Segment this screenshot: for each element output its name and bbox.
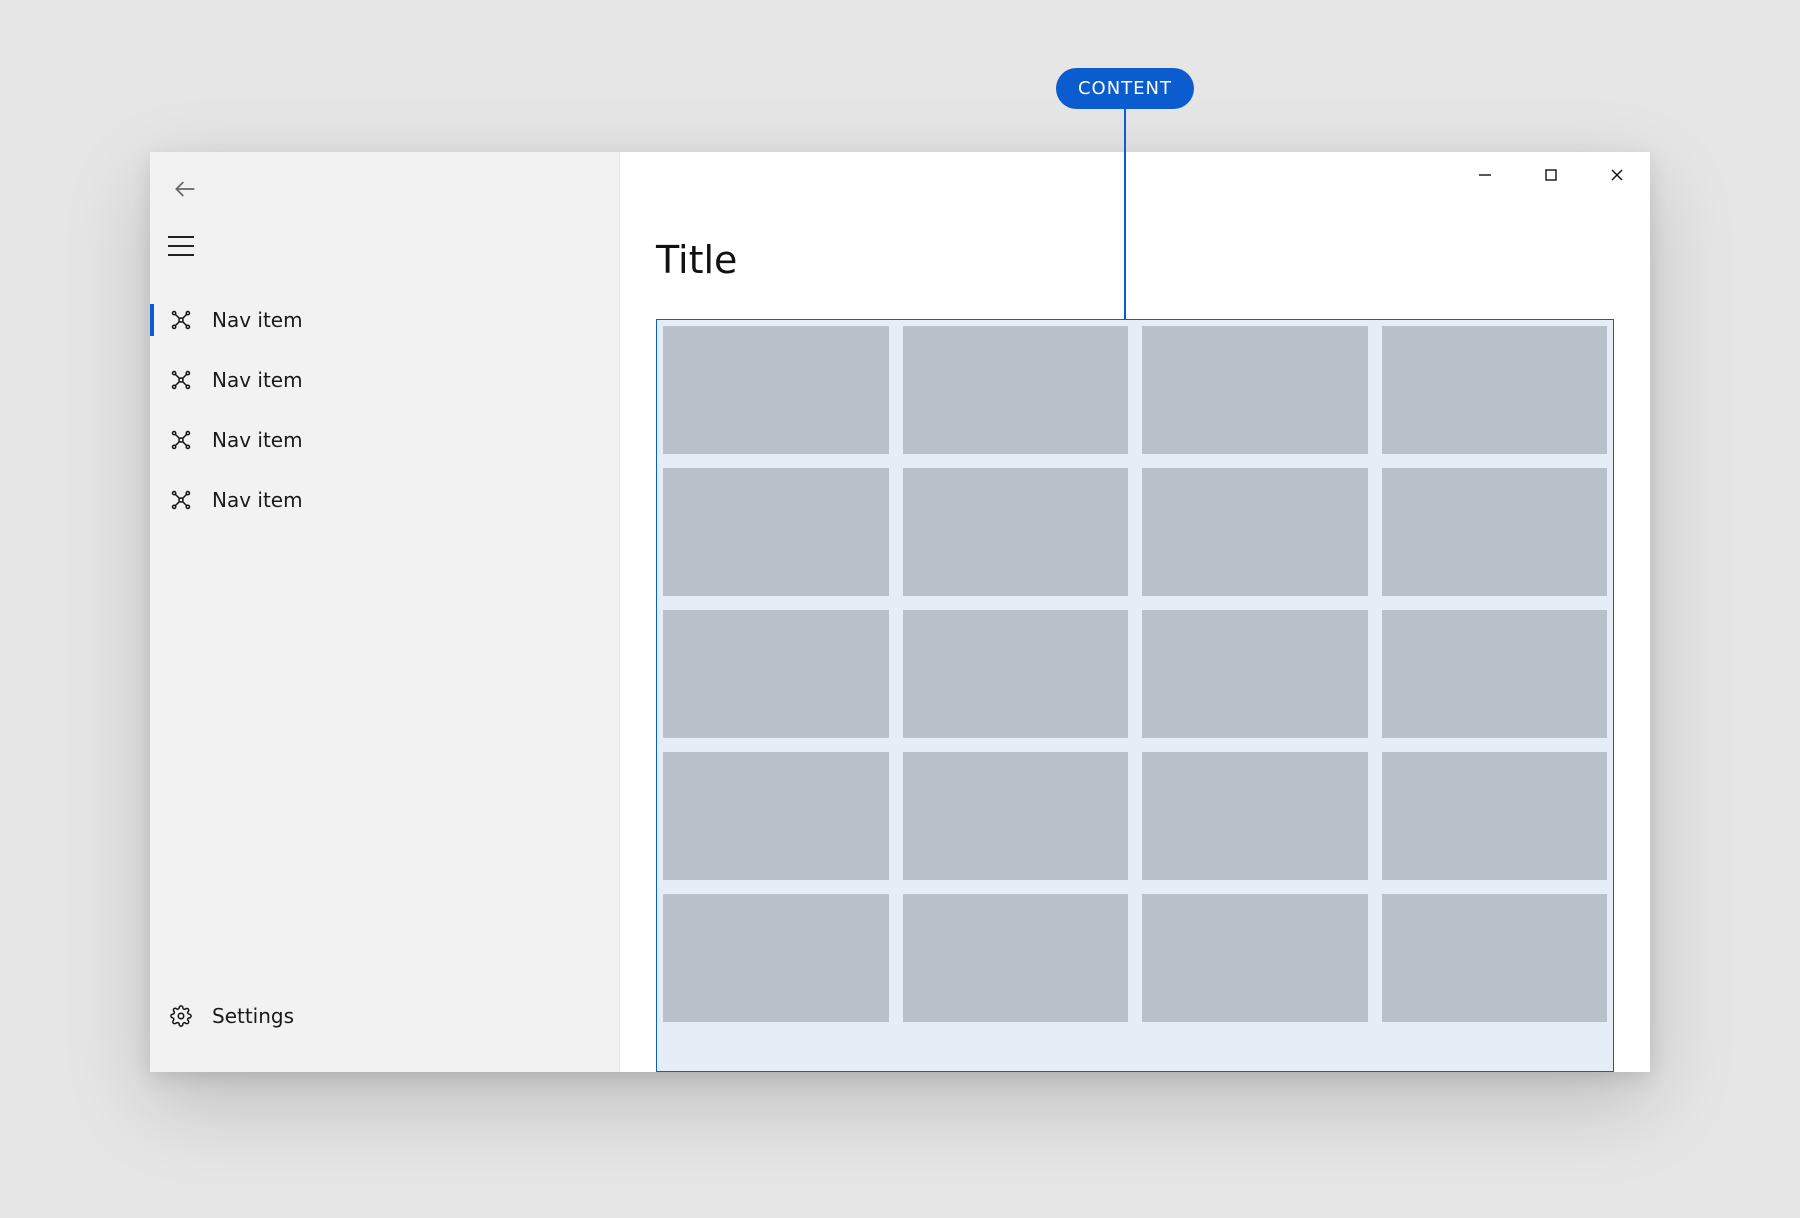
- minimize-icon: [1478, 168, 1492, 182]
- grid-tile[interactable]: [903, 610, 1129, 738]
- content-region-outline: [656, 319, 1614, 1072]
- nav-item-label: Nav item: [212, 488, 303, 512]
- grid-tile[interactable]: [663, 468, 889, 596]
- navigation-pane: Nav item Nav item Nav item Nav item: [150, 152, 620, 1072]
- grid-tile[interactable]: [1382, 610, 1608, 738]
- grid-tile[interactable]: [1142, 468, 1368, 596]
- grid-tile[interactable]: [1142, 326, 1368, 454]
- nav-item-label: Nav item: [212, 308, 303, 332]
- grid-tile[interactable]: [1382, 752, 1608, 880]
- grid-tile[interactable]: [663, 326, 889, 454]
- back-button[interactable]: [168, 172, 202, 206]
- nav-items-list: Nav item Nav item Nav item Nav item: [150, 290, 619, 530]
- hamburger-bar-icon: [168, 254, 194, 256]
- page-title: Title: [656, 238, 737, 282]
- annotation-connector-line: [1124, 104, 1126, 320]
- nav-item-2[interactable]: Nav item: [150, 410, 619, 470]
- close-icon: [1610, 168, 1624, 182]
- settings-nav-item[interactable]: Settings: [150, 986, 619, 1046]
- back-arrow-icon: [172, 176, 198, 202]
- nav-item-label: Nav item: [212, 368, 303, 392]
- grid-tile[interactable]: [663, 610, 889, 738]
- window-caption-buttons: [1452, 152, 1650, 198]
- grid-tile[interactable]: [1382, 326, 1608, 454]
- hamburger-menu-button[interactable]: [168, 234, 202, 258]
- grid-tile[interactable]: [1382, 894, 1608, 1022]
- nav-item-icon: [170, 429, 192, 451]
- nav-item-3[interactable]: Nav item: [150, 470, 619, 530]
- maximize-icon: [1544, 168, 1558, 182]
- gear-icon: [170, 1005, 192, 1027]
- hamburger-bar-icon: [168, 236, 194, 238]
- content-area: Title: [620, 152, 1650, 1072]
- nav-item-icon: [170, 489, 192, 511]
- grid-tile[interactable]: [663, 752, 889, 880]
- nav-item-1[interactable]: Nav item: [150, 350, 619, 410]
- grid-tile[interactable]: [663, 894, 889, 1022]
- grid-tile[interactable]: [903, 894, 1129, 1022]
- nav-item-icon: [170, 369, 192, 391]
- grid-tile[interactable]: [903, 752, 1129, 880]
- close-button[interactable]: [1584, 152, 1650, 198]
- nav-item-0[interactable]: Nav item: [150, 290, 619, 350]
- grid-tile[interactable]: [1382, 468, 1608, 596]
- grid-tile[interactable]: [903, 468, 1129, 596]
- nav-item-label: Nav item: [212, 428, 303, 452]
- annotation-content-pill: CONTENT: [1056, 68, 1194, 109]
- grid-tile[interactable]: [1142, 610, 1368, 738]
- grid-tile[interactable]: [1142, 752, 1368, 880]
- settings-label: Settings: [212, 1004, 294, 1028]
- hamburger-bar-icon: [168, 245, 194, 247]
- content-grid: [663, 326, 1607, 1065]
- grid-tile[interactable]: [903, 326, 1129, 454]
- grid-tile[interactable]: [1142, 894, 1368, 1022]
- app-window: Nav item Nav item Nav item Nav item: [150, 152, 1650, 1072]
- nav-item-icon: [170, 309, 192, 331]
- maximize-button[interactable]: [1518, 152, 1584, 198]
- minimize-button[interactable]: [1452, 152, 1518, 198]
